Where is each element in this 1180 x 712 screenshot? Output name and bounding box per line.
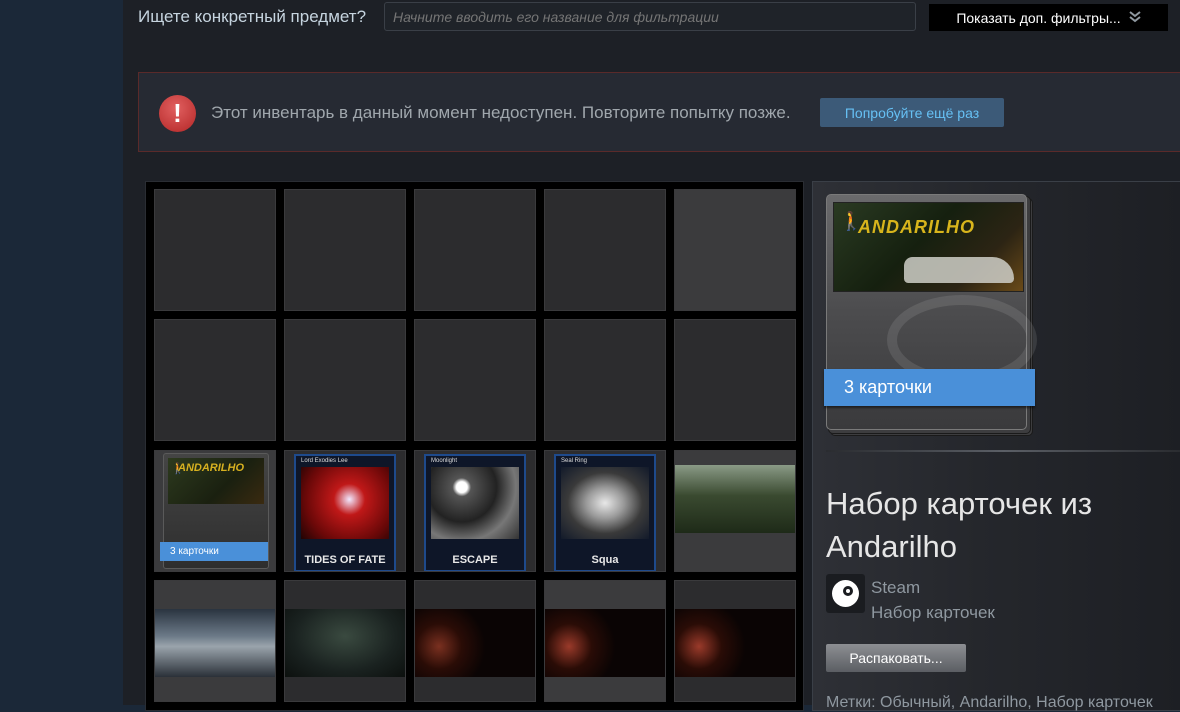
- card-caption: TIDES OF FATE: [304, 554, 386, 566]
- retry-button[interactable]: Попробуйте ещё раз: [820, 98, 1004, 127]
- inventory-item-trading-card[interactable]: Seal Ring Squa: [544, 450, 666, 572]
- card-art: [431, 467, 519, 539]
- inventory-slot-empty[interactable]: [154, 189, 276, 311]
- divider: [826, 450, 1180, 452]
- inventory-grid: 🚶 ANDARILHO 3 карточки Lord Exodies Lee …: [145, 181, 804, 711]
- inventory-slot-empty[interactable]: [544, 319, 666, 441]
- item-title: Набор карточек из Andarilho: [826, 486, 1093, 564]
- filter-search-input[interactable]: [384, 2, 916, 31]
- inventory-item-trading-card[interactable]: Moonlight ESCAPE: [414, 450, 536, 572]
- inventory-slot-empty[interactable]: [674, 319, 796, 441]
- card-pack-count-ribbon: 3 карточки: [160, 542, 268, 561]
- inventory-slot-empty[interactable]: [674, 189, 796, 311]
- card-art: [301, 467, 389, 539]
- card-pack-logo: ANDARILHO: [178, 462, 244, 474]
- inventory-item-background[interactable]: [674, 450, 796, 572]
- card-pack-image: 🚶 ANDARILHO 3 карточки: [824, 194, 1037, 436]
- background-thumbnail: [545, 609, 665, 677]
- inventory-slot-empty[interactable]: [544, 189, 666, 311]
- inventory-main: Ищете конкретный предмет? Показать доп. …: [123, 0, 1180, 711]
- filter-label: Ищете конкретный предмет?: [138, 7, 367, 26]
- card-pack-art: 🚶 ANDARILHO: [833, 202, 1024, 292]
- left-rail: [0, 0, 123, 705]
- exclamation-icon: !: [159, 95, 196, 132]
- card-pack-thumbnail: 🚶 ANDARILHO 3 карточки: [160, 453, 269, 569]
- item-details-panel: 🚶 ANDARILHO 3 карточки Набор карточек из…: [812, 181, 1180, 711]
- card-caption: Squa: [591, 554, 619, 566]
- trading-card-thumbnail: Lord Exodies Lee TIDES OF FATE: [294, 454, 396, 571]
- inventory-item-background[interactable]: [154, 580, 276, 702]
- card-name: Lord Exodies Lee: [301, 458, 348, 464]
- inventory-item-trading-card[interactable]: Lord Exodies Lee TIDES OF FATE: [284, 450, 406, 572]
- card-pack-count-ribbon: 3 карточки: [824, 369, 1035, 406]
- inventory-error-banner: ! Этот инвентарь в данный момент недосту…: [138, 72, 1180, 152]
- card-name: Seal Ring: [561, 458, 588, 464]
- background-thumbnail: [675, 465, 795, 533]
- card-pack-front: 🚶 ANDARILHO 3 карточки: [824, 194, 1037, 430]
- trading-card-thumbnail: Moonlight ESCAPE: [424, 454, 526, 571]
- card-pack-art: 🚶 ANDARILHO: [168, 458, 264, 504]
- background-thumbnail: [285, 609, 405, 677]
- error-message: Этот инвентарь в данный момент недоступе…: [211, 103, 791, 122]
- card-caption: ESCAPE: [452, 554, 498, 566]
- inventory-slot-empty[interactable]: [284, 189, 406, 311]
- double-chevron-down-icon: [1129, 10, 1141, 25]
- card-name: Moonlight: [431, 458, 458, 464]
- inventory-item-background[interactable]: [414, 580, 536, 702]
- more-filters-button[interactable]: Показать доп. фильтры...: [929, 4, 1168, 31]
- background-thumbnail: [415, 609, 535, 677]
- inventory-slot-empty[interactable]: [414, 189, 536, 311]
- inventory-slot-empty[interactable]: [154, 319, 276, 441]
- background-thumbnail: [155, 609, 275, 677]
- inventory-slot-empty[interactable]: [414, 319, 536, 441]
- more-filters-label: Показать доп. фильтры...: [956, 9, 1121, 26]
- card-art: [561, 467, 649, 539]
- card-pack-logo: ANDARILHO: [858, 217, 975, 237]
- item-type: Набор карточек: [871, 603, 995, 622]
- steam-icon: [826, 574, 865, 613]
- unpack-button[interactable]: Распаковать...: [826, 644, 966, 672]
- inventory-item-background[interactable]: [674, 580, 796, 702]
- trading-card-thumbnail: Seal Ring Squa: [554, 454, 656, 571]
- inventory-item-card-pack[interactable]: 🚶 ANDARILHO 3 карточки: [154, 450, 276, 572]
- inventory-item-background[interactable]: [544, 580, 666, 702]
- inventory-slot-empty[interactable]: [284, 319, 406, 441]
- background-thumbnail: [675, 609, 795, 677]
- item-tags: Метки: Обычный, Andarilho, Набор карточе…: [826, 694, 1153, 711]
- game-name: Steam: [871, 578, 921, 597]
- car-shape: [904, 257, 1014, 283]
- inventory-item-background[interactable]: [284, 580, 406, 702]
